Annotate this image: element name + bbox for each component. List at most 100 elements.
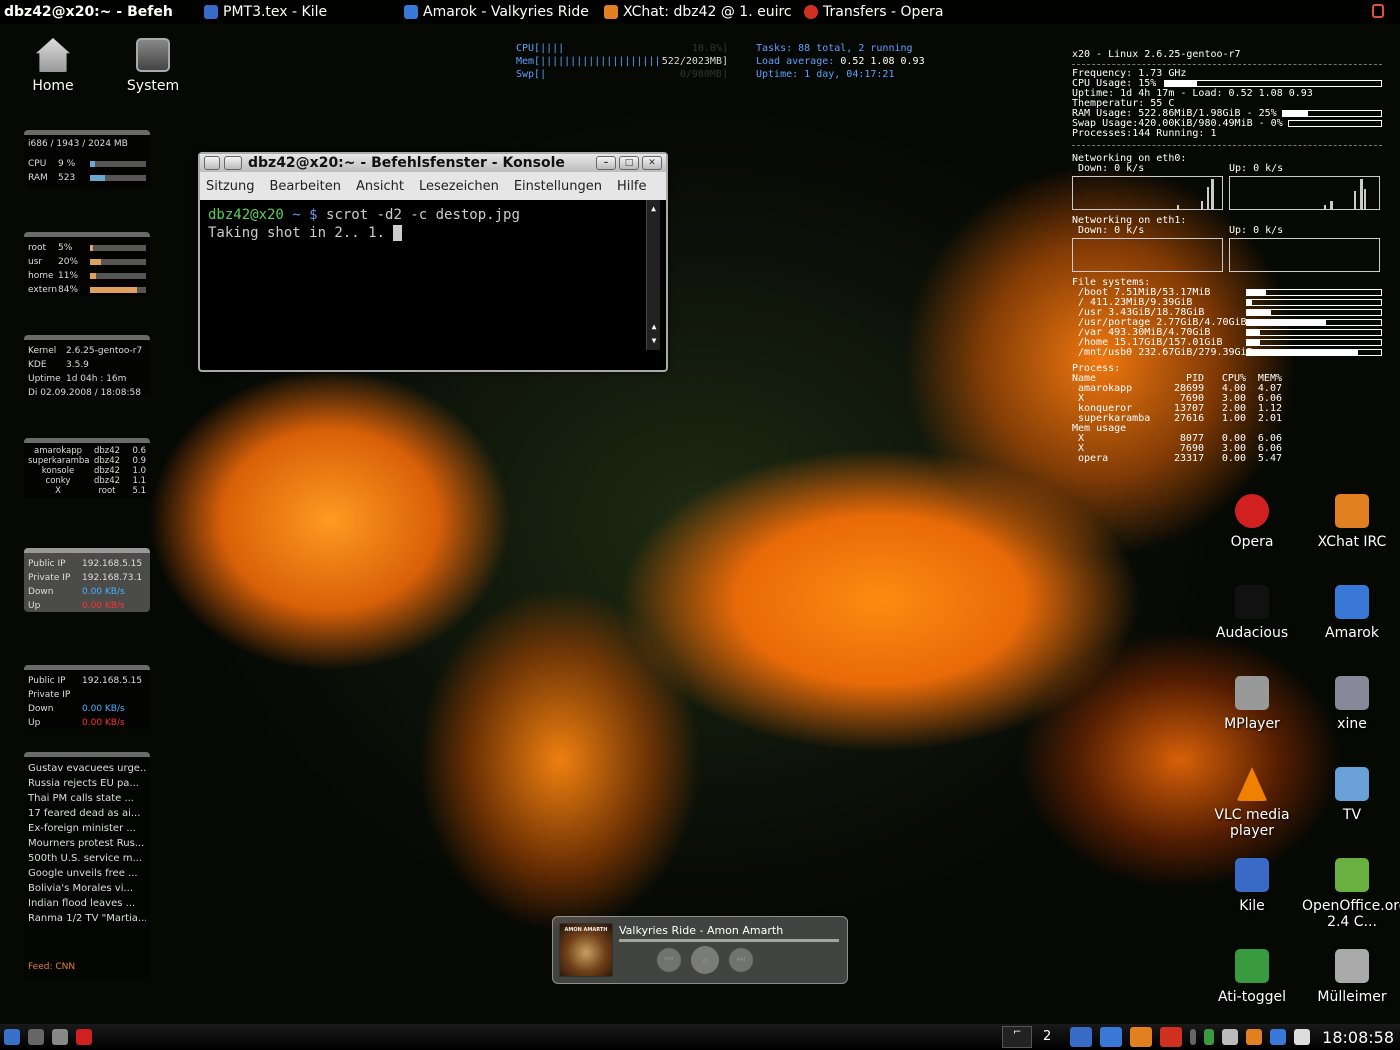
news-item[interactable]: Gustav evacuees urge... — [28, 761, 146, 776]
konsole-titlebar[interactable]: dbz42@x20:~ - Befehlsfenster - Konsole –… — [200, 154, 666, 172]
menu-sitzung[interactable]: Sitzung — [206, 179, 255, 194]
scroll-up-icon[interactable]: ▲ — [647, 200, 660, 218]
task-opera[interactable]: Transfers - Opera — [800, 0, 1000, 24]
tray-xchat-notify-icon[interactable] — [1246, 1029, 1263, 1045]
eth1-graphs — [1072, 236, 1382, 272]
desktop-icon-label: Amarok — [1325, 625, 1379, 641]
htop-mem: Mem[|||||||||||||||||||||||||||522/2023M… — [516, 55, 728, 68]
desktop-icon-audacious[interactable]: Audacious — [1202, 585, 1302, 641]
battery-icon[interactable] — [1204, 1029, 1215, 1045]
desktop-icon-kile[interactable]: Kile — [1202, 858, 1302, 914]
maximize-button[interactable]: □ — [619, 156, 639, 170]
htop-meters: CPU[|||| 10.0%] Mem[|||||||||||||||||||||… — [516, 42, 728, 81]
cpu-label: CPU — [28, 159, 47, 169]
terminal-cursor — [393, 225, 403, 241]
konsole-window[interactable]: dbz42@x20:~ - Befehlsfenster - Konsole –… — [198, 152, 668, 372]
desktop-2-button[interactable]: 2 — [1032, 1026, 1062, 1048]
news-item[interactable]: 17 feared dead as ai... — [28, 806, 146, 821]
tray-amarok-small-icon[interactable] — [1270, 1029, 1287, 1045]
task-kile[interactable]: PMT3.tex - Kile — [200, 0, 400, 24]
task-label: PMT3.tex - Kile — [223, 4, 328, 20]
lock-icon[interactable] — [1372, 4, 1384, 18]
desktop-icon-label: Mülleimer — [1317, 989, 1387, 1005]
desktop-icon-openoffice[interactable]: OpenOffice.org 2.4 C... — [1302, 858, 1400, 930]
menu-ansicht[interactable]: Ansicht — [356, 179, 404, 194]
fs-bar — [1246, 349, 1382, 356]
clock[interactable]: 18:08:58 — [1322, 1028, 1394, 1047]
news-item[interactable]: Indian flood leaves ... — [28, 896, 146, 911]
news-item[interactable]: Thai PM calls state ... — [28, 791, 146, 806]
disk-value: 20% — [58, 257, 79, 267]
htop-cpu: CPU[|||| 10.0%] — [516, 42, 728, 55]
kernel-widget: Kernel 2.6.25-gentoo-r7 KDE 3.5.9 Uptime 1d… — [24, 335, 150, 398]
tray-kile-icon[interactable] — [1070, 1027, 1093, 1047]
menu-hilfe[interactable]: Hilfe — [617, 179, 647, 194]
terminal-launcher-icon[interactable] — [28, 1029, 44, 1045]
desktop-icon-opera[interactable]: Opera — [1202, 494, 1302, 550]
minimize-button[interactable]: – — [596, 156, 616, 170]
desktop-icon-ati[interactable]: Ati-toggel — [1202, 949, 1302, 1005]
news-item[interactable]: Ranma 1/2 TV "Martia... — [28, 911, 146, 926]
news-item[interactable]: 500th U.S. service m... — [28, 851, 146, 866]
proc-cell: 5.47 — [1257, 453, 1282, 464]
process-row: superkaramba dbz42 0.9 — [28, 456, 146, 466]
sticky-icon[interactable] — [224, 156, 242, 170]
fs-bar — [1246, 319, 1382, 326]
xine-icon — [1335, 676, 1369, 710]
eth0-down-graph — [1072, 176, 1223, 210]
opera-icon — [1235, 494, 1269, 528]
terminal-scrollbar[interactable]: ▲ ▲ ▼ — [646, 200, 660, 350]
desktop-icon-home[interactable]: Home — [3, 38, 103, 94]
terminal-area[interactable]: dbz42@x20 ~ $ scrot -d2 -c destop.jpg Ta… — [200, 200, 666, 350]
home-launcher-icon[interactable] — [52, 1029, 68, 1045]
menu-bearbeiten[interactable]: Bearbeiten — [270, 179, 341, 194]
scroll-down-icon[interactable]: ▼ — [647, 332, 661, 350]
conky-swap-bar — [1288, 120, 1382, 127]
desktop-icon-tv[interactable]: TV — [1302, 767, 1400, 823]
news-item[interactable]: Bolivia's Morales vi... — [28, 881, 146, 896]
desktop-icon-label: Ati-toggel — [1217, 989, 1287, 1005]
menu-lesezeichen[interactable]: Lesezeichen — [419, 179, 499, 194]
desktop-icon-trash[interactable]: Mülleimer — [1302, 949, 1400, 1005]
desktop-icon-amarok[interactable]: Amarok — [1302, 585, 1400, 641]
down-value: 0.00 KB/s — [82, 704, 125, 714]
system-icon — [136, 38, 170, 72]
terminal-command: scrot -d2 -c destop.jpg — [326, 207, 520, 223]
private-ip-row: Private IP — [28, 688, 146, 702]
desktop-icon-vlc[interactable]: VLC media player — [1202, 767, 1302, 839]
news-item[interactable]: Ex-foreign minister ... — [28, 821, 146, 836]
down-value: 0.00 KB/s — [82, 587, 125, 597]
task-amarok[interactable]: Amarok - Valkyries Ride — [400, 0, 600, 24]
task-xchat[interactable]: XChat: dbz42 @ 1. euirc — [600, 0, 800, 24]
news-item[interactable]: Russia rejects EU pa... — [28, 776, 146, 791]
down-label: Down — [28, 704, 54, 714]
private-ip-value: 192.168.73.1 — [82, 573, 143, 583]
desktop-icon-xine[interactable]: xine — [1302, 676, 1400, 732]
tray-xchat-icon[interactable] — [1130, 1027, 1153, 1047]
pause-button[interactable]: ⏸ — [691, 946, 719, 974]
klipper-icon[interactable] — [1294, 1029, 1311, 1045]
next-button[interactable]: ⏭ — [729, 948, 753, 972]
news-item[interactable]: Google unveils free ... — [28, 866, 146, 881]
desktop-icon-mplayer[interactable]: MPlayer — [1202, 676, 1302, 732]
previous-button[interactable]: ⏮ — [657, 948, 681, 972]
close-button[interactable]: ✕ — [642, 156, 662, 170]
kmenu-icon[interactable] — [4, 1029, 20, 1045]
news-item[interactable]: Mourners protest Rus... — [28, 836, 146, 851]
tray-separator-icon — [1190, 1029, 1197, 1045]
conky-ram-bar — [1282, 110, 1382, 117]
menu-einstellungen[interactable]: Einstellungen — [514, 179, 602, 194]
desktop-icon-xchat[interactable]: XChat IRC — [1302, 494, 1400, 550]
track-progress[interactable] — [619, 939, 839, 942]
desktop-icon-system[interactable]: System — [103, 38, 203, 94]
conky-cpu-bar — [1164, 80, 1382, 87]
volume-icon[interactable] — [1222, 1029, 1239, 1045]
amarok-osd[interactable]: AMON AMARTH Valkyries Ride - Amon Amarth… — [552, 916, 848, 984]
tray-amarok-icon[interactable] — [1100, 1027, 1123, 1047]
desktop-1-button[interactable]: ⌐ — [1002, 1026, 1033, 1048]
htop-tasks: Tasks: 88 total, 2 running — [756, 43, 913, 54]
tray-opera-icon[interactable] — [1160, 1027, 1183, 1047]
window-menu-icon[interactable] — [204, 156, 220, 170]
task-konsole[interactable]: dbz42@x20:~ - Befeh — [0, 0, 200, 24]
opera-launcher-icon[interactable] — [76, 1029, 92, 1045]
